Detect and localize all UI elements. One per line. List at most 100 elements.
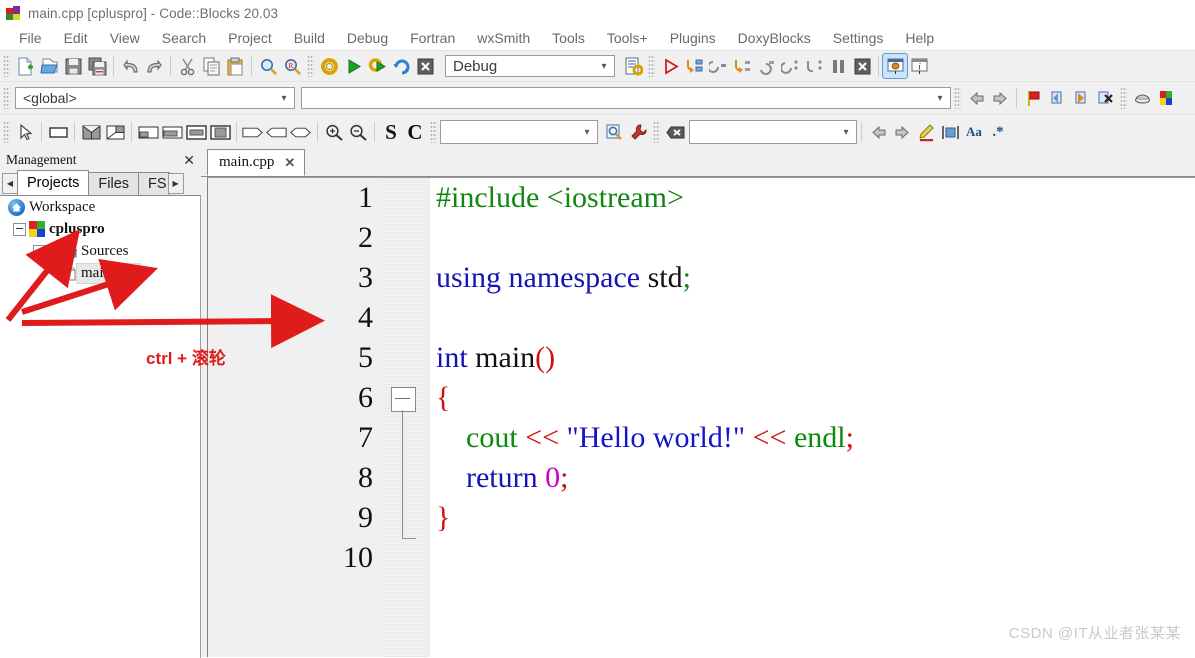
next-instruction-icon[interactable] [778,54,802,78]
align-right-icon[interactable] [160,120,184,144]
align-left-icon[interactable] [136,120,160,144]
align-center-h-icon[interactable] [184,120,208,144]
toolbar-grip[interactable] [653,121,660,143]
project-tree[interactable]: Workspace cpluspro Sources main.cpp [0,196,201,658]
zoom-in-icon[interactable] [322,120,346,144]
tab-projects[interactable]: Projects [17,170,90,195]
source-button[interactable]: S [379,120,403,144]
close-icon[interactable]: ✕ [181,153,197,167]
navigate-forward-icon[interactable] [988,86,1012,110]
selected-text-icon[interactable] [938,120,962,144]
step-into-icon[interactable] [730,54,754,78]
box-sizer-icon[interactable] [79,120,103,144]
symbol-select[interactable]: ▾ [301,87,951,109]
zoom-out-icon[interactable] [346,120,370,144]
replace-icon[interactable]: R [280,54,304,78]
goto-next-icon[interactable] [890,120,914,144]
step-into-instruction-icon[interactable] [802,54,826,78]
menu-project[interactable]: Project [217,28,283,48]
paste-icon[interactable] [223,54,247,78]
toolbar-grip[interactable] [648,55,655,77]
previous-bookmark-icon[interactable] [1045,86,1069,110]
redo-icon[interactable] [142,54,166,78]
debugging-windows-icon[interactable] [882,53,908,79]
new-file-icon[interactable] [13,54,37,78]
code-text-area[interactable]: #include <iostream> using namespace std;… [430,178,1195,657]
copy-icon[interactable] [199,54,223,78]
scope-select[interactable]: <global> ▾ [15,87,295,109]
tab-fs[interactable]: FS [138,172,170,195]
tree-node-workspace[interactable]: Workspace [0,196,200,218]
rebuild-icon[interactable] [389,54,413,78]
expand-icon[interactable] [241,120,265,144]
toolbar-grip[interactable] [3,121,10,143]
tree-node-main-cpp[interactable]: main.cpp [0,262,200,284]
open-file-icon[interactable] [37,54,61,78]
clear-icon[interactable] [663,120,687,144]
menu-file[interactable]: File [8,28,53,48]
menu-fortran[interactable]: Fortran [399,28,466,48]
find-icon[interactable] [256,54,280,78]
menu-tools[interactable]: Tools [541,28,596,48]
debug-continue-icon[interactable] [658,54,682,78]
class-button[interactable]: C [403,120,427,144]
various-info-icon[interactable]: i [907,54,931,78]
expand-box-sources[interactable] [33,244,46,258]
regex-icon[interactable]: .* [986,120,1010,144]
tree-node-cpluspro[interactable]: cpluspro [0,218,200,240]
build-target-select[interactable]: Debug ▾ [445,55,615,77]
align-center-v-icon[interactable] [208,120,232,144]
toolbar-grip[interactable] [954,87,961,109]
fold-collapse-box[interactable] [391,387,416,412]
build-and-run-icon[interactable] [365,54,389,78]
pointer-icon[interactable] [13,120,37,144]
break-debugger-icon[interactable] [826,54,850,78]
stop-debugger-icon[interactable] [850,54,874,78]
match-case-icon[interactable]: Aa [962,120,986,144]
build-icon[interactable] [317,54,341,78]
clear-bookmarks-icon[interactable] [1093,86,1117,110]
toolbar-grip[interactable] [3,55,10,77]
menu-build[interactable]: Build [283,28,336,48]
shrink-both-icon[interactable] [289,120,313,144]
abort-icon[interactable] [413,54,437,78]
run-to-cursor-icon[interactable] [682,54,706,78]
expand-box-project[interactable] [13,222,26,236]
toolbar-grip[interactable] [3,87,10,109]
find-input[interactable]: ▾ [440,120,598,144]
menu-view[interactable]: View [99,28,151,48]
menu-wxsmith[interactable]: wxSmith [466,28,541,48]
panel-icon[interactable] [46,120,70,144]
editor-body[interactable]: 1 2 3 4 5 6 7 8 9 10 #include <iostream>… [207,177,1195,657]
cut-icon[interactable] [175,54,199,78]
menu-tools-plus[interactable]: Tools+ [596,28,659,48]
save-all-icon[interactable] [85,54,109,78]
save-icon[interactable] [61,54,85,78]
scroll-left-icon[interactable]: ◀ [2,173,18,194]
tree-node-sources[interactable]: Sources [0,240,200,262]
highlight-icon[interactable] [914,120,938,144]
navigate-back-icon[interactable] [964,86,988,110]
goto-input[interactable]: ▾ [689,120,857,144]
menu-debug[interactable]: Debug [336,28,399,48]
run-icon[interactable] [341,54,365,78]
close-icon[interactable]: ✕ [284,155,295,171]
next-line-icon[interactable] [706,54,730,78]
fold-margin[interactable] [383,178,430,657]
editor-tab-main-cpp[interactable]: main.cpp ✕ [207,149,306,176]
search-options-icon[interactable] [626,120,650,144]
toolbar-grip[interactable] [430,121,437,143]
select-target-icon[interactable] [621,54,645,78]
next-bookmark-icon[interactable] [1069,86,1093,110]
code-completion-icon[interactable] [1154,86,1178,110]
step-out-icon[interactable] [754,54,778,78]
menu-doxyblocks[interactable]: DoxyBlocks [727,28,822,48]
shrink-left-icon[interactable] [265,120,289,144]
fortran-tools-icon[interactable] [1130,86,1154,110]
grid-sizer-icon[interactable] [103,120,127,144]
goto-previous-icon[interactable] [866,120,890,144]
menu-help[interactable]: Help [894,28,945,48]
toolbar-grip[interactable] [307,55,314,77]
scroll-right-icon[interactable]: ▶ [167,173,184,194]
menu-edit[interactable]: Edit [53,28,99,48]
